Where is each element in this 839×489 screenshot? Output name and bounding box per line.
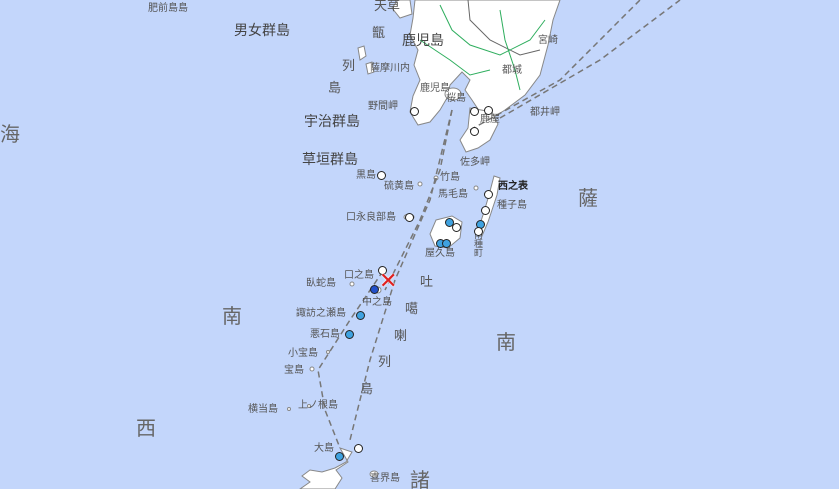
place-label: 鹿児島 bbox=[402, 33, 444, 49]
place-label: 口永良部島 bbox=[346, 212, 396, 223]
kodakarajima-island bbox=[326, 350, 330, 354]
place-label: 都井岬 bbox=[530, 107, 560, 118]
island-group-label: 島 bbox=[328, 81, 342, 96]
place-label: 口之島 bbox=[344, 270, 374, 281]
place-label: 肥前島島 bbox=[148, 3, 188, 14]
place-label: 桜島 bbox=[446, 93, 466, 104]
nakanoshima-station[interactable] bbox=[370, 285, 379, 294]
yakushima-station-4[interactable] bbox=[442, 239, 451, 248]
place-label: 小宝島 bbox=[288, 348, 318, 359]
tanegashima-station[interactable] bbox=[481, 206, 490, 215]
island-group-label: 男女群島 bbox=[234, 23, 290, 39]
place-label: 屋久島 bbox=[425, 248, 455, 259]
suwanosejima-station[interactable] bbox=[356, 311, 365, 320]
place-label: 硫黄島 bbox=[384, 181, 414, 192]
oshima-station-2[interactable] bbox=[335, 452, 344, 461]
place-label: 鹿屋 bbox=[480, 114, 500, 125]
place-label: 竹島 bbox=[440, 172, 460, 183]
island-group-label: 吐 bbox=[420, 275, 434, 290]
gajajima-island bbox=[349, 281, 355, 287]
mageshima-island bbox=[473, 185, 479, 191]
sea-label: 諸 bbox=[410, 468, 430, 489]
epicenter-marker[interactable]: ✕ bbox=[379, 271, 397, 293]
sea-label: 南 bbox=[496, 330, 516, 354]
place-label: 大島 bbox=[314, 443, 334, 454]
place-label: 悪石島 bbox=[310, 329, 340, 340]
yakushima-station-2[interactable] bbox=[452, 223, 461, 232]
island-group-label: 島 bbox=[360, 382, 374, 397]
nomamisaki-station[interactable] bbox=[410, 107, 419, 116]
yokoatejima-island bbox=[287, 407, 291, 411]
kanoya-station-2[interactable] bbox=[470, 127, 479, 136]
kanoya-station-1[interactable] bbox=[484, 106, 493, 115]
place-label: 薩摩川内 bbox=[370, 63, 410, 74]
place-label: 馬毛島 bbox=[438, 189, 468, 200]
sea-label: 西 bbox=[136, 416, 156, 440]
place-label: 横当島 bbox=[248, 404, 278, 415]
sea-label: 海 bbox=[0, 122, 20, 146]
iojima-island bbox=[417, 181, 423, 187]
place-label: 中之島 bbox=[362, 297, 392, 308]
oshima-station-1[interactable] bbox=[354, 444, 363, 453]
place-label: 黒島 bbox=[356, 170, 376, 181]
island-group-label: 列 bbox=[378, 355, 392, 370]
place-label: 宮崎 bbox=[538, 35, 558, 46]
place-label: 西之表 bbox=[498, 181, 528, 192]
map-base bbox=[0, 0, 839, 489]
sea-label: 薩 bbox=[578, 186, 598, 210]
akusekijima-station[interactable] bbox=[345, 330, 354, 339]
map-view[interactable]: 海 薩 南 南 西 諸 男女群島 宇治群島 草垣群島 吐 噶 喇 列 島 甑 列… bbox=[0, 0, 839, 489]
kuroshima-station[interactable] bbox=[377, 171, 386, 180]
place-label: 上ノ根島 bbox=[298, 400, 338, 411]
island-group-label: 喇 bbox=[394, 329, 408, 344]
place-label: 都城 bbox=[502, 65, 522, 76]
place-label: 天草 bbox=[374, 0, 401, 14]
minamitane-station-2[interactable] bbox=[474, 227, 483, 236]
place-label: 野間岬 bbox=[368, 101, 398, 112]
island-group-label: 甑 bbox=[372, 26, 386, 41]
place-label: 喜界島 bbox=[370, 473, 400, 484]
island-group-label: 噶 bbox=[405, 302, 419, 317]
place-label: 臥蛇島 bbox=[306, 278, 336, 289]
nishinoomote-station[interactable] bbox=[484, 190, 493, 199]
place-label: 宝島 bbox=[284, 365, 304, 376]
island-group-label: 草垣群島 bbox=[302, 152, 358, 168]
island-group-label: 列 bbox=[342, 59, 356, 74]
takarajima-island bbox=[309, 366, 315, 372]
place-label: 諏訪之瀬島 bbox=[296, 308, 346, 319]
sea-label: 南 bbox=[222, 304, 242, 328]
kuchinoerabu-station[interactable] bbox=[405, 213, 414, 222]
place-label: 種子島 bbox=[497, 200, 527, 211]
sakurajima-station[interactable] bbox=[470, 107, 479, 116]
island-group-label: 宇治群島 bbox=[304, 114, 360, 130]
place-label: 佐多岬 bbox=[460, 157, 490, 168]
